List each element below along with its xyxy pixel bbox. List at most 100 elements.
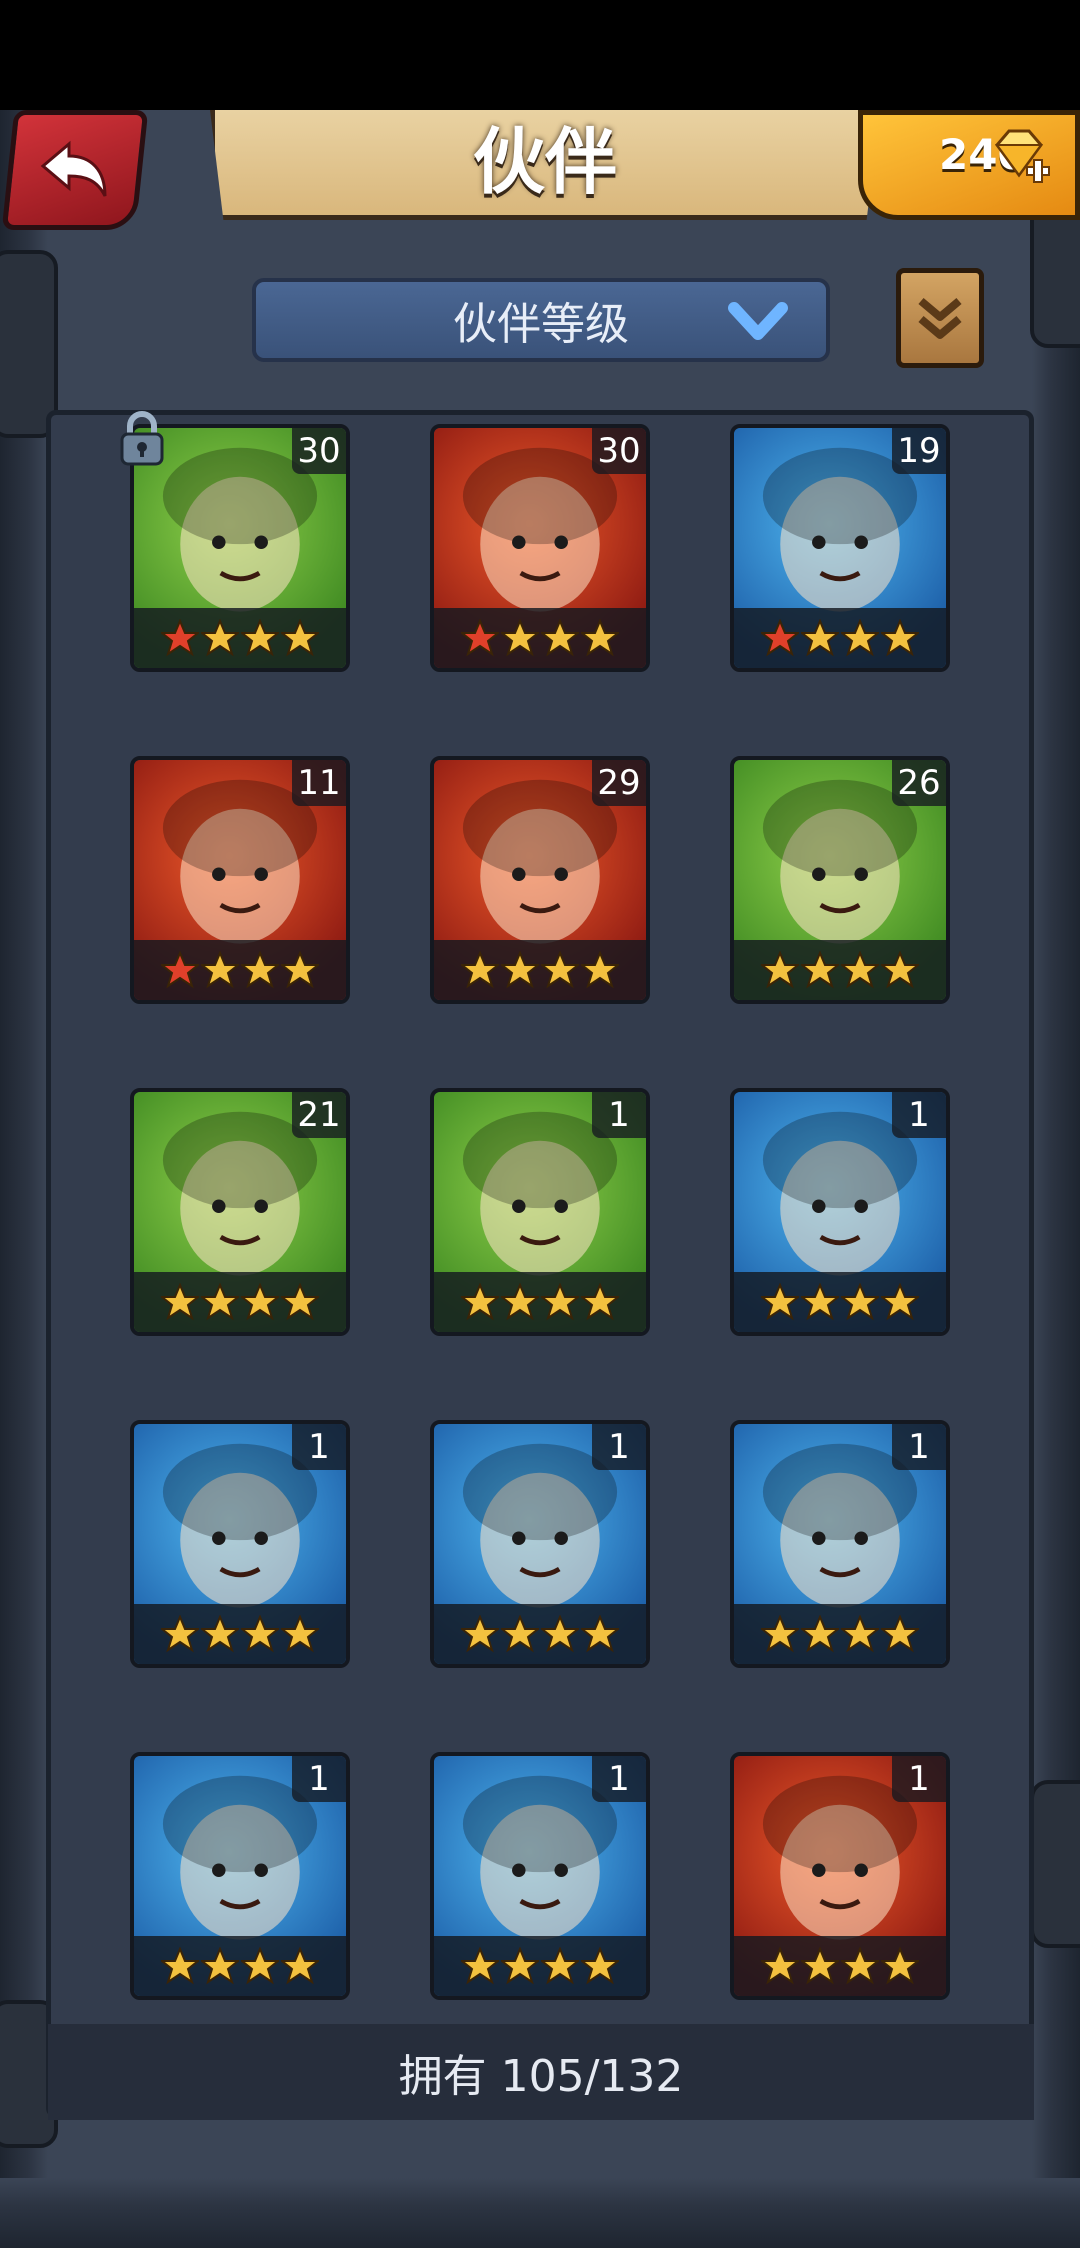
- star-icon: [161, 1615, 199, 1653]
- hero-card[interactable]: 30: [430, 424, 650, 672]
- star-icon: [541, 1283, 579, 1321]
- star-icon: [801, 951, 839, 989]
- star-icon: [241, 1947, 279, 1985]
- star-icon: [241, 619, 279, 657]
- star-rating: [134, 1272, 346, 1332]
- back-arrow-icon: [40, 140, 107, 197]
- star-icon: [201, 951, 239, 989]
- hero-card[interactable]: 1: [430, 1752, 650, 2000]
- hero-level: 1: [892, 1756, 946, 1802]
- star-icon: [581, 619, 619, 657]
- hero-level: 1: [592, 1756, 646, 1802]
- star-icon: [501, 1615, 539, 1653]
- filter-button[interactable]: [896, 268, 984, 368]
- star-rating: [734, 608, 946, 668]
- star-icon: [581, 1283, 619, 1321]
- star-icon: [841, 951, 879, 989]
- star-icon: [241, 1283, 279, 1321]
- star-icon: [461, 1615, 499, 1653]
- star-icon: [281, 1615, 319, 1653]
- gem-counter[interactable]: 240: [858, 110, 1080, 220]
- star-icon: [501, 951, 539, 989]
- star-icon: [501, 1947, 539, 1985]
- sort-dropdown[interactable]: 伙伴等级: [252, 278, 830, 362]
- hero-card[interactable]: 11: [130, 756, 350, 1004]
- star-icon: [581, 1615, 619, 1653]
- lock-icon: [120, 411, 164, 466]
- star-icon: [161, 619, 199, 657]
- star-icon: [541, 951, 579, 989]
- gem-plus-icon: [995, 129, 1050, 183]
- star-icon: [761, 619, 799, 657]
- hero-level: 29: [592, 760, 646, 806]
- owned-count: 拥有 105/132: [398, 2051, 684, 2102]
- star-icon: [281, 619, 319, 657]
- star-icon: [881, 1947, 919, 1985]
- hero-card[interactable]: 19: [730, 424, 950, 672]
- hero-card[interactable]: 21: [130, 1088, 350, 1336]
- star-icon: [201, 1283, 239, 1321]
- star-icon: [581, 951, 619, 989]
- star-icon: [201, 619, 239, 657]
- back-button[interactable]: [1, 110, 149, 230]
- page-title: 伙伴: [472, 120, 617, 204]
- star-rating: [134, 940, 346, 1000]
- star-icon: [241, 951, 279, 989]
- hero-card[interactable]: 1: [730, 1088, 950, 1336]
- star-icon: [281, 1283, 319, 1321]
- hero-card[interactable]: 1: [430, 1420, 650, 1668]
- star-icon: [881, 1615, 919, 1653]
- star-icon: [841, 1615, 879, 1653]
- star-icon: [801, 1947, 839, 1985]
- hero-level: 11: [292, 760, 346, 806]
- star-rating: [134, 1936, 346, 1996]
- star-icon: [281, 1947, 319, 1985]
- star-icon: [801, 619, 839, 657]
- hero-level: 1: [892, 1424, 946, 1470]
- star-rating: [434, 1604, 646, 1664]
- star-icon: [461, 951, 499, 989]
- hero-card[interactable]: 1: [130, 1752, 350, 2000]
- hero-card[interactable]: 1: [730, 1420, 950, 1668]
- owned-footer: 拥有 105/132: [48, 2024, 1034, 2120]
- hero-level: 30: [292, 428, 346, 474]
- star-icon: [281, 951, 319, 989]
- star-icon: [761, 951, 799, 989]
- hero-card[interactable]: 26: [730, 756, 950, 1004]
- hero-level: 1: [292, 1424, 346, 1470]
- star-icon: [161, 951, 199, 989]
- star-icon: [201, 1947, 239, 1985]
- star-icon: [541, 1615, 579, 1653]
- star-rating: [134, 1604, 346, 1664]
- hero-card[interactable]: 1: [130, 1420, 350, 1668]
- star-icon: [761, 1283, 799, 1321]
- star-icon: [761, 1615, 799, 1653]
- hero-level: 30: [592, 428, 646, 474]
- star-icon: [841, 1283, 879, 1321]
- star-icon: [881, 619, 919, 657]
- hero-card[interactable]: 29: [430, 756, 650, 1004]
- star-rating: [734, 1936, 946, 1996]
- star-icon: [541, 619, 579, 657]
- hero-card[interactable]: 1: [730, 1752, 950, 2000]
- star-rating: [434, 608, 646, 668]
- hero-level: 1: [292, 1756, 346, 1802]
- star-icon: [841, 619, 879, 657]
- star-rating: [134, 608, 346, 668]
- star-icon: [801, 1615, 839, 1653]
- decor-rock: [0, 250, 58, 438]
- star-icon: [541, 1947, 579, 1985]
- hero-level: 1: [592, 1092, 646, 1138]
- hero-card[interactable]: 1: [430, 1088, 650, 1336]
- star-icon: [241, 1615, 279, 1653]
- double-chevron-down-icon: [918, 297, 962, 339]
- star-icon: [461, 619, 499, 657]
- star-icon: [461, 1283, 499, 1321]
- chevron-down-icon: [728, 302, 788, 340]
- star-icon: [761, 1947, 799, 1985]
- star-icon: [841, 1947, 879, 1985]
- hero-level: 21: [292, 1092, 346, 1138]
- star-icon: [161, 1947, 199, 1985]
- star-rating: [434, 1936, 646, 1996]
- title-banner: 伙伴: [210, 110, 880, 220]
